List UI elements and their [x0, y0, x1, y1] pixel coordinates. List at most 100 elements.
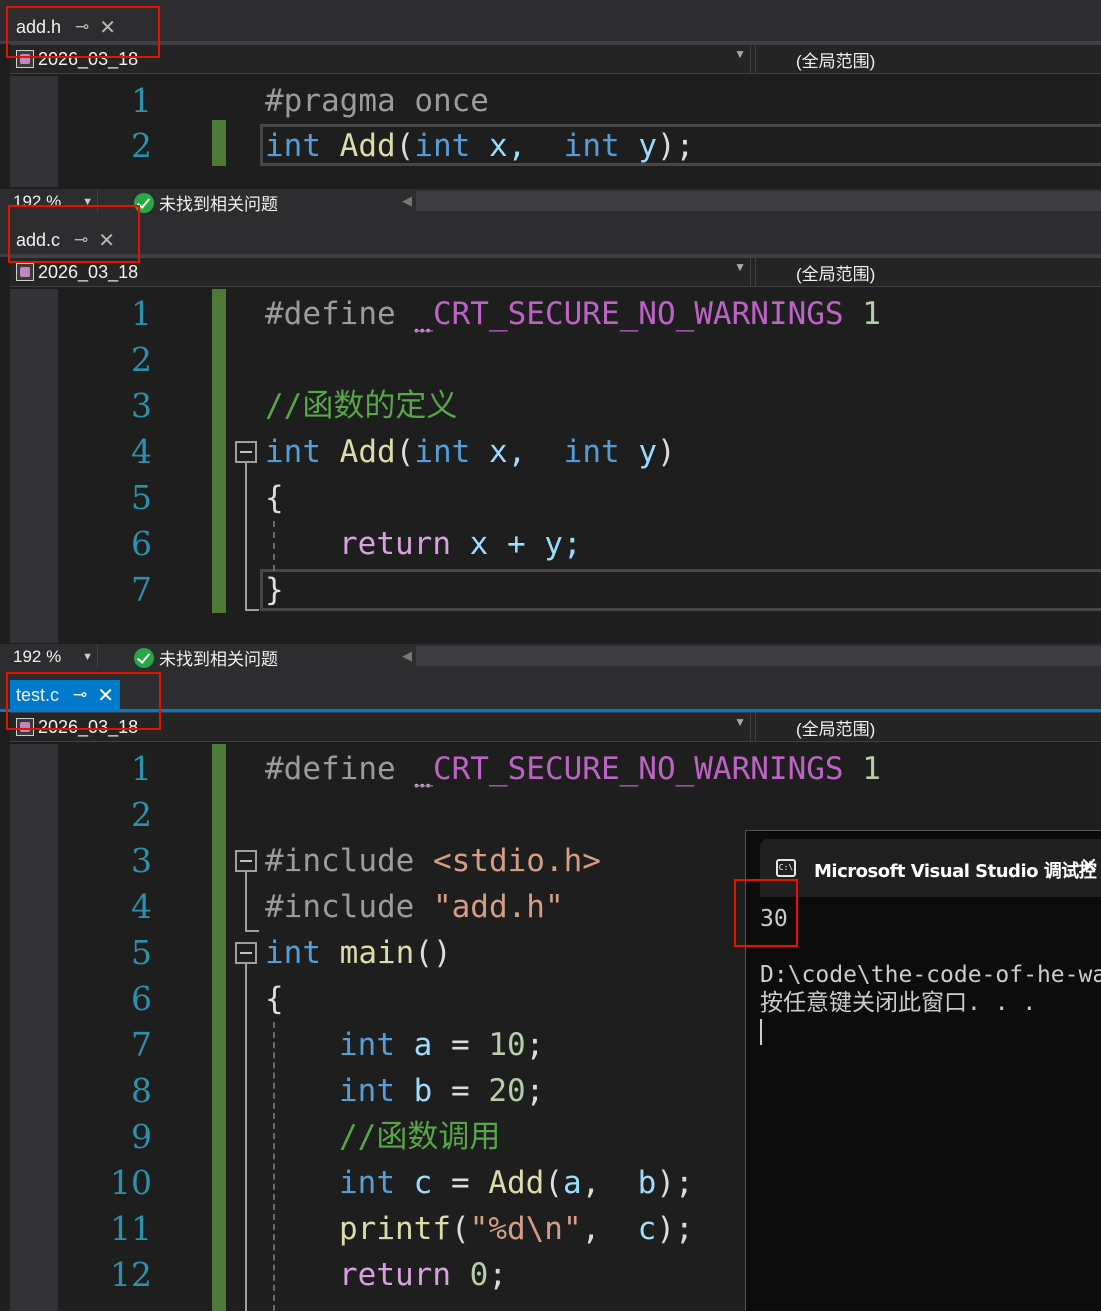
chevron-down-icon[interactable]: ▼ [734, 715, 746, 729]
code-token: #define [265, 751, 396, 787]
tab-row [0, 668, 1101, 712]
tab-test-c[interactable]: test.c ⊸ ✕ [10, 680, 121, 710]
pin-icon[interactable]: ⊸ [73, 685, 87, 705]
line-number: 2 [131, 795, 152, 834]
code-token: _CRT_SECURE_NO_WARNINGS [395, 296, 844, 332]
scope-dropdown[interactable]: (全局范围) [755, 258, 1101, 286]
check-circle-icon [134, 647, 154, 668]
output-value: 30 [760, 906, 788, 932]
code-token: { [265, 981, 284, 1017]
code-line: 2 int Add(int x, int y); [0, 123, 1101, 169]
scroll-left-icon[interactable]: ◀ [402, 193, 412, 209]
code-token: ( [395, 434, 415, 470]
code-token: { [265, 480, 284, 516]
zoom-dropdown[interactable]: 192 % ▼ [10, 644, 98, 668]
horizontal-scrollbar[interactable] [416, 646, 1101, 666]
code-line: 4 int Add(int x, int y) [0, 429, 1101, 475]
pin-icon[interactable]: ⊸ [75, 17, 89, 37]
status-bar: 192 % ▼ 未找到相关问题 ◀ [0, 189, 1101, 215]
code-token: int [414, 128, 471, 164]
scope-dropdown[interactable]: (全局范围) [755, 45, 1101, 73]
code-token: ( [395, 128, 415, 164]
line-number: 7 [131, 570, 152, 609]
code-line: 1 #define _CRT_SECURE_NO_WARNINGS 1 [0, 291, 1101, 337]
output-path: D:\code\the-code-of-he-wa [760, 962, 1101, 988]
code-comment: //函数调用 [339, 1119, 501, 1155]
project-dropdown[interactable]: 2026_03_18 ▼ [10, 45, 751, 73]
code-token: int [265, 128, 321, 164]
issues-text: 未找到相关问题 [159, 195, 278, 214]
tab-label: test.c [16, 684, 60, 705]
close-icon[interactable]: ✕ [98, 228, 115, 253]
code-line: 2 [0, 337, 1101, 383]
code-token: Add [321, 128, 396, 164]
project-dropdown[interactable]: 2026_03_18 ▼ [10, 713, 751, 741]
close-icon[interactable]: ✕ [99, 15, 116, 40]
code-token: x + y; [450, 526, 582, 562]
code-token: b [395, 1073, 433, 1109]
code-token: 20 [488, 1073, 526, 1109]
console-title-bar[interactable]: C:\ Microsoft Visual Studio 调试控 ✕ [760, 839, 1101, 897]
code-token: ) [656, 434, 676, 470]
code-token: b [637, 1165, 657, 1201]
project-icon [16, 50, 34, 68]
code-token: int [339, 1073, 395, 1109]
code-token: a [563, 1165, 582, 1201]
terminal-icon: C:\ [776, 859, 796, 877]
tab-label: add.c [16, 229, 61, 250]
code-token: return [339, 526, 451, 562]
code-token: = [432, 1073, 489, 1109]
code-token: once [395, 83, 489, 119]
scope-label: (全局范围) [796, 719, 876, 739]
chevron-down-icon[interactable]: ▼ [82, 189, 93, 215]
tab-row [0, 213, 1101, 257]
chevron-down-icon[interactable]: ▼ [734, 47, 746, 61]
tab-add-h[interactable]: add.h ⊸ ✕ [10, 12, 122, 42]
debug-console-window[interactable]: C:\ Microsoft Visual Studio 调试控 ✕ 30 D:\c… [745, 830, 1101, 1311]
close-icon[interactable]: ✕ [1080, 853, 1098, 879]
code-token: int [414, 434, 471, 470]
scope-dropdown[interactable]: (全局范围) [755, 713, 1101, 741]
pin-icon[interactable]: ⊸ [74, 230, 88, 250]
code-token: ( [544, 1165, 563, 1201]
code-line: 6 return x + y; [0, 521, 1101, 567]
close-icon[interactable]: ✕ [97, 683, 114, 708]
code-token: int [265, 935, 321, 971]
tab-add-c[interactable]: add.c ⊸ ✕ [10, 225, 121, 255]
code-token: , [581, 1211, 638, 1247]
line-number: 4 [131, 432, 152, 471]
line-number: 8 [131, 1071, 152, 1110]
code-token: "add.h" [414, 889, 564, 925]
scope-label: (全局范围) [796, 264, 876, 284]
horizontal-scrollbar[interactable] [416, 191, 1101, 211]
console-title: Microsoft Visual Studio 调试控 [814, 861, 1097, 882]
code-editor[interactable]: ••• 1 #define _CRT_SECURE_NO_WARNINGS 1 … [0, 289, 1101, 643]
navigation-bar: 2026_03_18 ▼ (全局范围) [10, 44, 1101, 74]
code-token: , [581, 1165, 638, 1201]
code-token: int [526, 434, 620, 470]
issues-indicator[interactable]: 未找到相关问题 [134, 190, 278, 215]
zoom-dropdown[interactable]: 192 % ▼ [10, 189, 98, 213]
line-number: 5 [131, 478, 152, 517]
output-prompt: 按任意键关闭此窗口. . . [760, 990, 1037, 1016]
editor-pane-add-h: add.h ⊸ ✕ 2026_03_18 ▼ (全局范围) 1 #pragma … [0, 0, 1101, 187]
code-line: 1 #define _CRT_SECURE_NO_WARNINGS 1 [0, 746, 1101, 792]
code-token: = [432, 1165, 489, 1201]
code-token: 1 [843, 751, 881, 787]
chevron-down-icon[interactable]: ▼ [734, 260, 746, 274]
chevron-down-icon[interactable]: ▼ [82, 644, 93, 670]
project-dropdown[interactable]: 2026_03_18 ▼ [10, 258, 751, 286]
code-token: c [637, 1211, 657, 1247]
code-token: int [265, 434, 321, 470]
scroll-left-icon[interactable]: ◀ [402, 648, 412, 664]
code-token: () [414, 935, 452, 971]
issues-indicator[interactable]: 未找到相关问题 [134, 645, 278, 670]
code-token: Add [321, 434, 396, 470]
code-editor[interactable]: 1 #pragma once 2 int Add(int x, int y); [0, 76, 1101, 187]
code-comment: //函数的定义 [265, 388, 458, 424]
navigation-bar: 2026_03_18 ▼ (全局范围) [10, 257, 1101, 287]
code-token: x, [470, 434, 527, 470]
line-number: 2 [131, 126, 152, 165]
project-name: 2026_03_18 [38, 261, 139, 282]
line-number: 10 [110, 1163, 152, 1202]
